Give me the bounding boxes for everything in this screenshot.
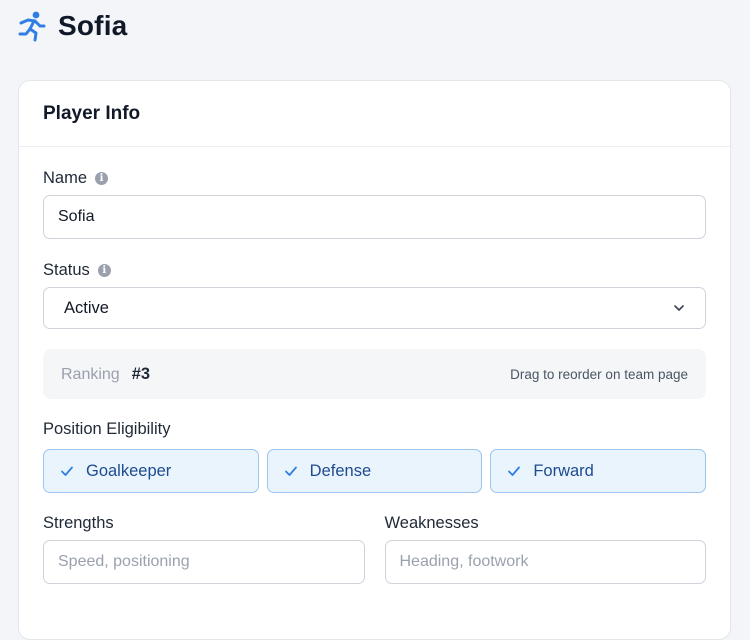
- positions-label-row: Position Eligibility: [43, 420, 706, 439]
- position-option-forward[interactable]: Forward: [490, 449, 707, 493]
- page-header: Sofia: [18, 10, 127, 42]
- runner-icon: [18, 11, 46, 42]
- ranking-panel: Ranking #3 Drag to reorder on team page: [43, 349, 706, 399]
- card-header: Player Info: [19, 81, 730, 147]
- position-option-label: Defense: [309, 461, 372, 480]
- weaknesses-label-row: Weaknesses: [385, 514, 707, 533]
- check-icon: [508, 466, 521, 476]
- position-option-goalkeeper[interactable]: Goalkeeper: [43, 449, 259, 493]
- name-input-value: Sofia: [58, 208, 95, 225]
- ranking-info: Ranking #3: [61, 365, 150, 384]
- position-option-defense[interactable]: Defense: [266, 449, 483, 493]
- strengths-label-row: Strengths: [43, 514, 365, 533]
- position-option-label: Goalkeeper: [86, 461, 172, 480]
- position-option-label: Forward: [533, 461, 594, 480]
- info-icon[interactable]: i: [97, 264, 111, 277]
- page-title: Sofia: [58, 10, 128, 41]
- strengths-input[interactable]: [43, 540, 365, 584]
- positions-label: Position Eligibility: [43, 420, 171, 438]
- ranking-label: Ranking: [61, 365, 120, 383]
- status-selected-value: Active: [64, 298, 109, 317]
- name-label: Name: [43, 169, 88, 187]
- status-select[interactable]: Active: [43, 287, 706, 329]
- position-options: Goalkeeper Defense Forward: [43, 449, 707, 493]
- card-body: Name i Sofia Status i Active Ranking #3 …: [43, 147, 707, 584]
- name-label-row: Name i: [43, 169, 706, 188]
- strengths-weaknesses-row: Strengths Weaknesses: [43, 514, 706, 584]
- player-info-card: Player Info Name i Sofia Status i Active…: [18, 80, 731, 640]
- name-input[interactable]: Sofia: [43, 195, 706, 239]
- weaknesses-input[interactable]: [384, 540, 706, 584]
- strengths-label: Strengths: [43, 514, 114, 532]
- check-icon: [284, 466, 297, 476]
- chevron-down-icon: [674, 305, 684, 311]
- check-icon: [61, 466, 73, 476]
- strengths-column: Strengths: [43, 514, 365, 584]
- status-label: Status: [43, 261, 90, 279]
- weaknesses-column: Weaknesses: [384, 514, 707, 584]
- card-title: Player Info: [43, 102, 141, 124]
- ranking-hint: Drag to reorder on team page: [510, 366, 688, 382]
- info-icon[interactable]: i: [95, 172, 109, 185]
- ranking-value: #3: [131, 364, 151, 383]
- weaknesses-label: Weaknesses: [384, 514, 479, 532]
- status-label-row: Status i: [43, 261, 706, 280]
